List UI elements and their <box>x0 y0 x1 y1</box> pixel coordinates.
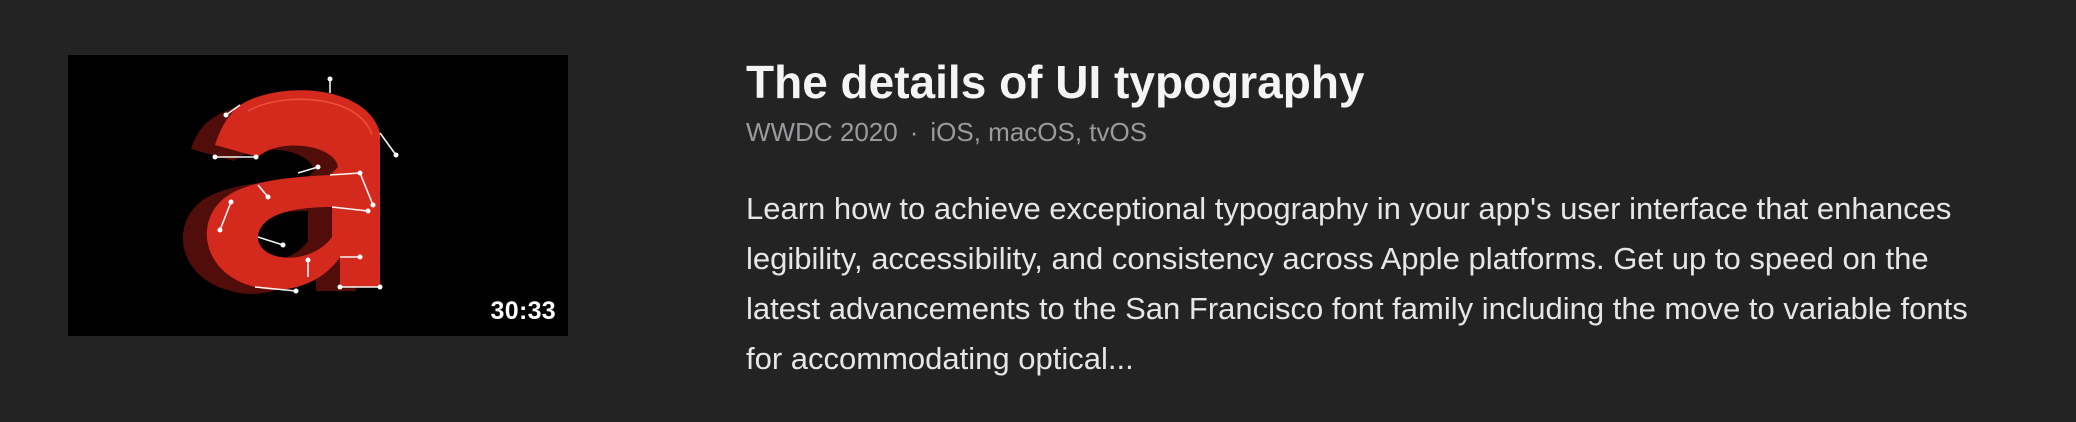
meta-separator: · <box>909 117 919 147</box>
session-title[interactable]: The details of UI typography <box>746 52 2006 112</box>
platforms-label: iOS, macOS, tvOS <box>930 117 1148 147</box>
session-card: 30:33 The details of UI typography WWDC … <box>0 0 2076 422</box>
session-info: The details of UI typography WWDC 2020 · i… <box>746 52 2006 415</box>
video-duration: 30:33 <box>490 297 556 325</box>
letter-a-glyph-artwork <box>182 76 399 294</box>
video-thumbnail[interactable]: 30:33 <box>68 55 568 336</box>
session-meta: WWDC 2020 · iOS, macOS, tvOS <box>746 114 2006 150</box>
event-label: WWDC 2020 <box>746 117 898 147</box>
session-description: Learn how to achieve exceptional typogra… <box>746 191 1968 376</box>
